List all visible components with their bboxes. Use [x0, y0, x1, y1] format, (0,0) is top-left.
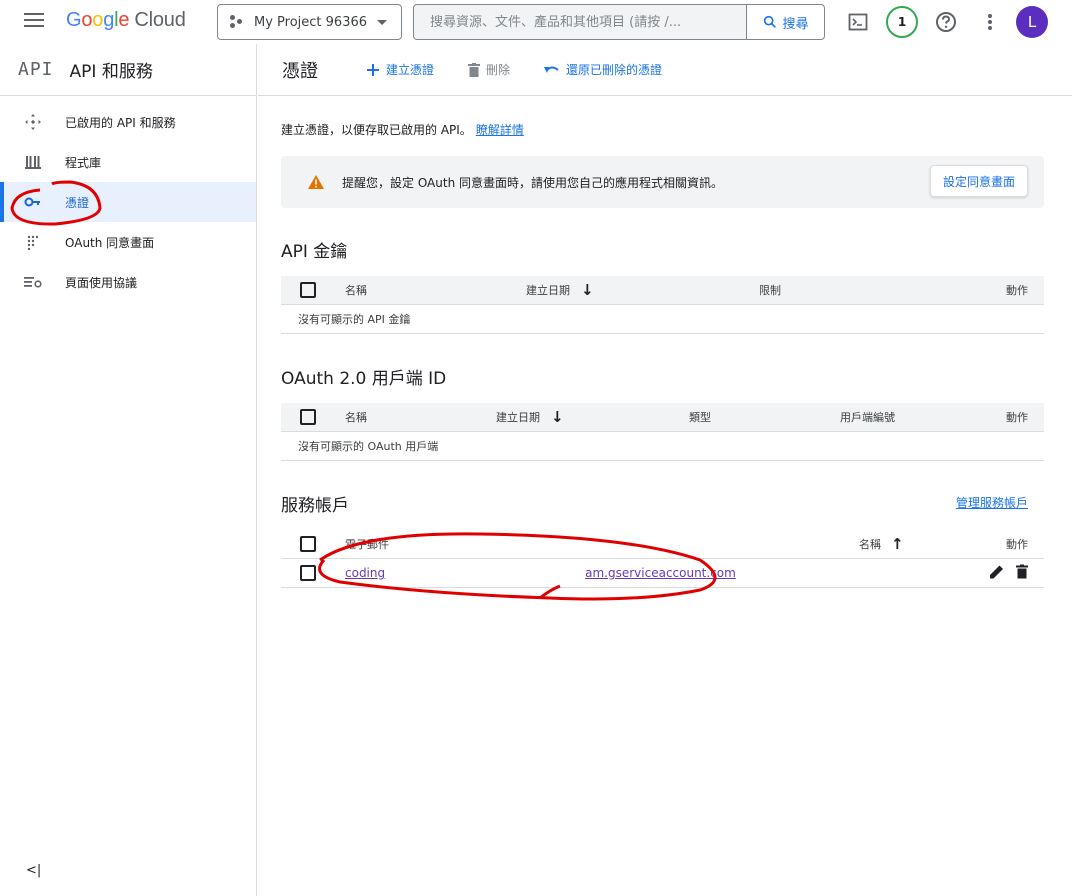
chevron-down-icon	[377, 20, 387, 25]
restore-credentials-button[interactable]: 還原已刪除的憑證	[544, 61, 662, 78]
column-type[interactable]: 類型	[689, 409, 711, 425]
dots-grid-icon	[24, 233, 42, 251]
sidebar-header: API API 和服務	[0, 44, 256, 96]
arrow-down-icon[interactable]: ↓	[581, 281, 594, 299]
page-header: 憑證 建立憑證 刪除 還原已刪除的憑證	[258, 44, 1072, 96]
google-cloud-logo[interactable]: Google Cloud	[66, 9, 186, 32]
column-actions: 動作	[1006, 284, 1028, 297]
cloud-shell-icon[interactable]	[846, 10, 870, 34]
sidebar: API API 和服務 已啟用的 API 和服務 程式庫 憑證 OAuth 同意…	[0, 44, 257, 896]
table-row: coding am.gserviceaccount.com	[281, 559, 1044, 588]
table-header: 電子郵件 名稱 ↑ 動作	[281, 530, 1044, 559]
column-created[interactable]: 建立日期	[496, 409, 540, 425]
search-icon	[764, 15, 777, 28]
sidebar-item-label: 頁面使用協議	[65, 275, 138, 290]
content: 建立憑證，以便存取已啟用的 API。 瞭解詳情 提醒您，設定 OAuth 同意畫面…	[258, 121, 1072, 588]
column-created[interactable]: 建立日期	[526, 282, 570, 298]
empty-row: 沒有可顯示的 API 金鑰	[281, 305, 1044, 334]
key-icon	[24, 193, 42, 211]
add-icon	[367, 63, 379, 76]
avatar[interactable]: L	[1016, 6, 1048, 38]
warning-icon	[308, 175, 324, 189]
select-all-checkbox[interactable]	[300, 536, 316, 552]
sidebar-item-label: 憑證	[65, 195, 90, 210]
configure-consent-button[interactable]: 設定同意畫面	[929, 165, 1028, 197]
sidebar-item-enabled-apis[interactable]: 已啟用的 API 和服務	[0, 102, 256, 142]
menu-icon[interactable]	[24, 13, 44, 29]
oauth-table: 名稱 建立日期 ↓ 類型 用戶端編號 動作 沒有可顯示的 OAuth 用戶端	[281, 403, 1044, 461]
column-actions: 動作	[1006, 538, 1028, 551]
column-restrictions: 限制	[759, 284, 781, 297]
project-name: My Project 96366	[254, 14, 368, 30]
select-all-checkbox[interactable]	[300, 409, 316, 425]
sidebar-item-label: 程式庫	[65, 155, 102, 170]
search-input[interactable]	[414, 5, 746, 39]
api-keys-title: API 金鑰	[281, 242, 348, 262]
sidebar-item-oauth-consent[interactable]: OAuth 同意畫面	[0, 222, 256, 262]
settings-list-icon	[24, 273, 42, 291]
service-accounts-header: 服務帳戶 管理服務帳戶	[281, 491, 1044, 516]
undo-icon	[544, 66, 559, 73]
notifications-badge[interactable]: 1	[886, 6, 918, 38]
create-credentials-button[interactable]: 建立憑證	[366, 61, 434, 78]
sidebar-item-label: 已啟用的 API 和服務	[65, 115, 176, 130]
empty-row: 沒有可顯示的 OAuth 用戶端	[281, 432, 1044, 461]
delete-button[interactable]: 刪除	[468, 61, 510, 78]
column-client-id: 用戶端編號	[840, 411, 895, 424]
sidebar-title: API 和服務	[69, 62, 153, 82]
column-name[interactable]: 名稱	[345, 409, 367, 425]
table-header: 名稱 建立日期 ↓ 類型 用戶端編號 動作	[281, 403, 1044, 432]
trash-icon	[468, 62, 481, 77]
project-picker[interactable]: My Project 96366	[217, 4, 402, 40]
email-link[interactable]: coding am.gserviceaccount.com	[345, 566, 736, 580]
more-vert-icon[interactable]	[978, 10, 1002, 34]
select-all-checkbox[interactable]	[300, 282, 316, 298]
project-icon	[230, 15, 244, 29]
service-accounts-title: 服務帳戶	[281, 496, 349, 516]
search-button[interactable]: 搜尋	[746, 5, 824, 39]
sidebar-item-credentials[interactable]: 憑證	[0, 182, 256, 222]
column-name[interactable]: 名稱	[859, 536, 881, 552]
column-actions: 動作	[1006, 411, 1028, 424]
manage-service-accounts-link[interactable]: 管理服務帳戶	[956, 494, 1028, 511]
column-email[interactable]: 電子郵件	[345, 536, 389, 552]
sidebar-item-label: OAuth 同意畫面	[65, 235, 155, 250]
arrow-down-icon[interactable]: ↓	[551, 408, 564, 426]
search-button-label: 搜尋	[782, 16, 809, 32]
trash-icon[interactable]	[1016, 564, 1028, 582]
sidebar-nav: 已啟用的 API 和服務 程式庫 憑證 OAuth 同意畫面 頁面使用協議	[0, 102, 256, 302]
table-header: 名稱 建立日期 ↓ 限制 動作	[281, 276, 1044, 305]
search-bar: 搜尋	[413, 4, 825, 40]
edit-icon[interactable]	[990, 565, 1004, 582]
top-bar: GoogleCloud My Project 96366 搜尋 1 L	[0, 0, 1072, 44]
help-icon[interactable]	[934, 10, 958, 34]
page-title: 憑證	[282, 60, 318, 82]
api-keys-table: 名稱 建立日期 ↓ 限制 動作 沒有可顯示的 API 金鑰	[281, 276, 1044, 334]
consent-alert: 提醒您，設定 OAuth 同意畫面時，請使用您自己的應用程式相關資訊。 設定同意…	[281, 156, 1044, 208]
api-diamond-icon	[24, 113, 42, 131]
sidebar-item-library[interactable]: 程式庫	[0, 142, 256, 182]
column-name[interactable]: 名稱	[345, 282, 367, 298]
oauth-title: OAuth 2.0 用戶端 ID	[281, 369, 447, 389]
arrow-up-icon[interactable]: ↑	[891, 535, 904, 553]
collapse-sidebar-icon[interactable]: <|	[26, 863, 41, 878]
learn-more-link[interactable]: 瞭解詳情	[476, 123, 524, 137]
alert-text: 提醒您，設定 OAuth 同意畫面時，請使用您自己的應用程式相關資訊。	[342, 175, 723, 190]
library-icon	[24, 153, 42, 171]
service-accounts-table: 電子郵件 名稱 ↑ 動作 coding am.gserviceaccount.co…	[281, 530, 1044, 588]
row-checkbox[interactable]	[300, 565, 316, 581]
intro-text: 建立憑證，以便存取已啟用的 API。 瞭解詳情	[281, 123, 524, 137]
main-content: 憑證 建立憑證 刪除 還原已刪除的憑證 建立憑證，以便存取已啟用的 API。 瞭解…	[258, 44, 1072, 896]
api-logo: API	[18, 59, 54, 80]
sidebar-item-page-usage[interactable]: 頁面使用協議	[0, 262, 256, 302]
